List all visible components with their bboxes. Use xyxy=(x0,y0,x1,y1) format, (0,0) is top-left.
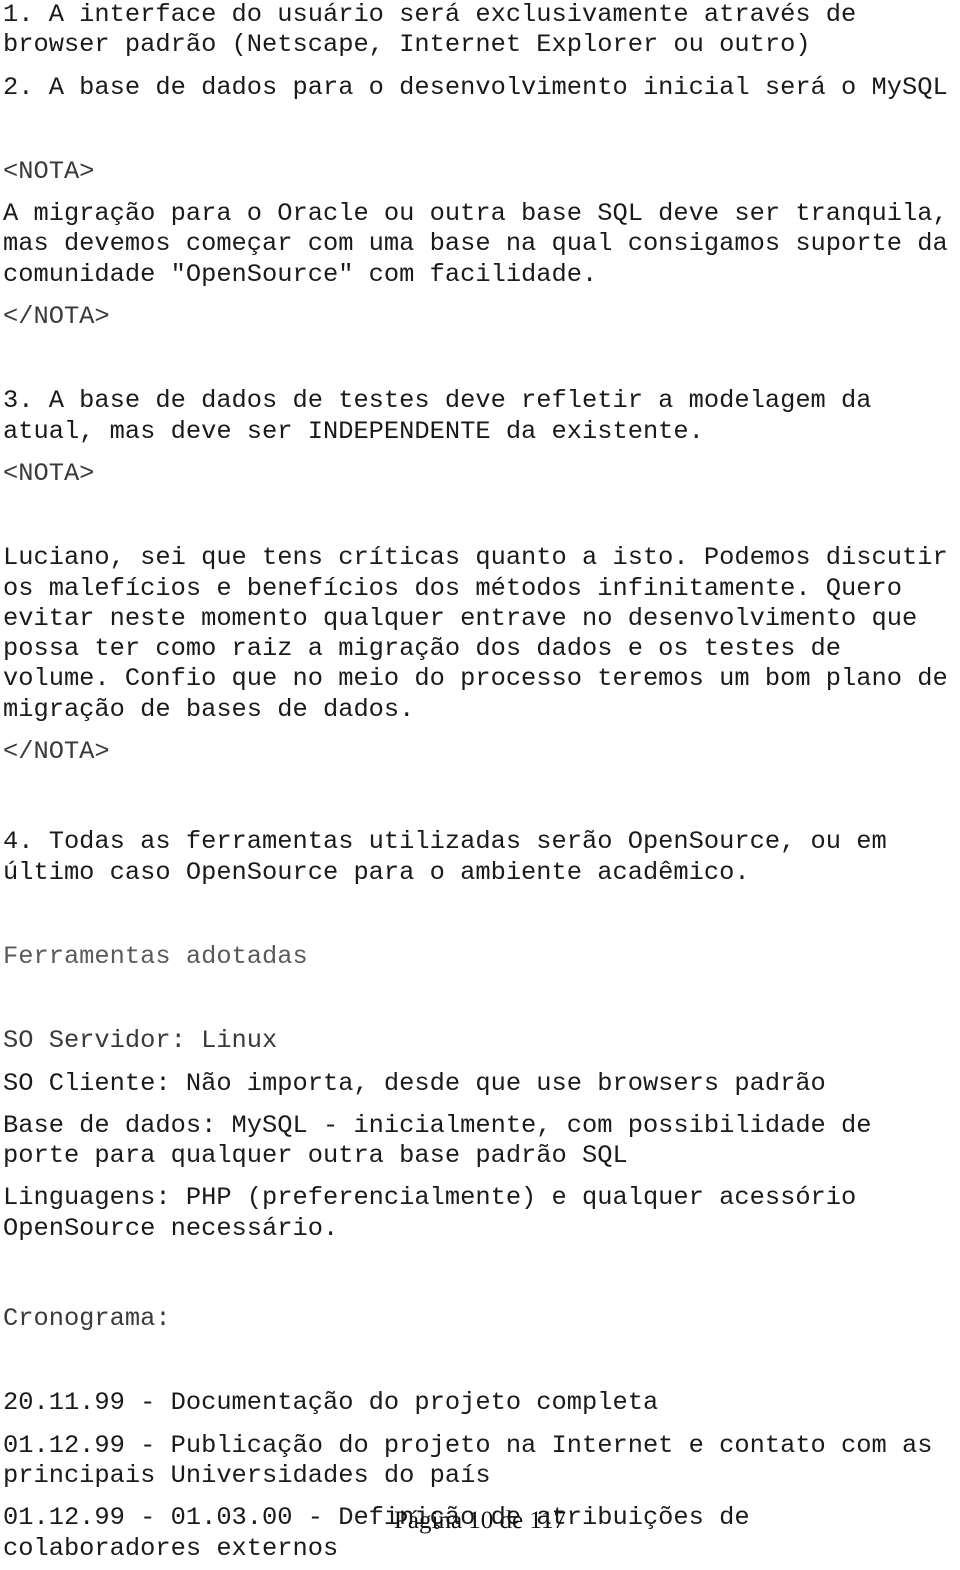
text-line: mas devemos começar com uma base na qual… xyxy=(3,229,948,259)
text-line: Linguagens: PHP (preferencialmente) e qu… xyxy=(3,1183,857,1213)
text-line: os malefícios e benefícios dos métodos i… xyxy=(3,573,902,603)
text-line: </NOTA> xyxy=(3,737,110,767)
page-footer: Página 10 de 117 xyxy=(394,1507,566,1534)
text-line: Cronograma: xyxy=(3,1304,171,1334)
text-line: <NOTA> xyxy=(3,458,95,488)
text-line: 3. A base de dados de testes deve reflet… xyxy=(3,386,872,416)
text-line: Base de dados: MySQL - inicialmente, com… xyxy=(3,1110,872,1140)
text-line: último caso OpenSource para o ambiente a… xyxy=(3,857,750,887)
document-body: 1. A interface do usuário será exclusiva… xyxy=(3,0,960,1570)
paragraph-item2: 2. A base de dados para o desenvolviment… xyxy=(3,73,960,103)
text-line: browser padrão (Netscape, Internet Explo… xyxy=(3,30,811,60)
text-line: </NOTA> xyxy=(3,302,110,332)
paragraph-nota1-body: A migração para o Oracle ou outra base S… xyxy=(3,199,960,290)
text-line: principais Universidades do país xyxy=(3,1460,491,1490)
text-line: volume. Confio que no meio do processo t… xyxy=(3,664,948,694)
paragraph-so-cliente: SO Cliente: Não importa, desde que use b… xyxy=(3,1069,960,1099)
text-line: evitar neste momento qualquer entrave no… xyxy=(3,603,918,633)
text-line: A migração para o Oracle ou outra base S… xyxy=(3,199,948,229)
paragraph-item3: 3. A base de dados de testes deve reflet… xyxy=(3,386,960,447)
paragraph-nota2-open: <NOTA> xyxy=(3,459,960,489)
paragraph-so-servidor: SO Servidor: Linux xyxy=(3,1026,960,1056)
text-line: SO Servidor: Linux xyxy=(3,1026,278,1056)
document-page: 1. A interface do usuário será exclusiva… xyxy=(0,0,960,1563)
text-line: OpenSource necessário. xyxy=(3,1213,339,1243)
paragraph-item1: 1. A interface do usuário será exclusiva… xyxy=(3,0,960,61)
paragraph-item4: 4. Todas as ferramentas utilizadas serão… xyxy=(3,827,960,888)
text-line: migração de bases de dados. xyxy=(3,694,415,724)
text-line: 20.11.99 - Documentação do projeto compl… xyxy=(3,1388,659,1418)
paragraph-crono-2: 01.12.99 - Publicação do projeto na Inte… xyxy=(3,1431,960,1492)
text-line: 01.12.99 - Publicação do projeto na Inte… xyxy=(3,1430,933,1460)
paragraph-nota1-close: </NOTA> xyxy=(3,302,960,332)
text-line: colaboradores externos xyxy=(3,1533,339,1563)
paragraph-nota2-body: Luciano, sei que tens críticas quanto a … xyxy=(3,543,960,725)
text-line: 1. A interface do usuário será exclusiva… xyxy=(3,0,857,29)
paragraph-nota1-open: <NOTA> xyxy=(3,157,960,187)
paragraph-nota2-close: </NOTA> xyxy=(3,737,960,767)
paragraph-crono-1: 20.11.99 - Documentação do projeto compl… xyxy=(3,1388,960,1418)
text-line: Ferramentas adotadas xyxy=(3,941,308,971)
paragraph-heading-cronograma: Cronograma: xyxy=(3,1304,960,1334)
text-line: 2. A base de dados para o desenvolviment… xyxy=(3,72,948,102)
text-line: atual, mas deve ser INDEPENDENTE da exis… xyxy=(3,416,704,446)
text-line: <NOTA> xyxy=(3,156,95,186)
paragraph-linguagens: Linguagens: PHP (preferencialmente) e qu… xyxy=(3,1183,960,1244)
paragraph-base-de-dados: Base de dados: MySQL - inicialmente, com… xyxy=(3,1111,960,1172)
paragraph-heading-ferramentas: Ferramentas adotadas xyxy=(3,942,960,972)
text-line: possa ter como raiz a migração dos dados… xyxy=(3,634,842,664)
text-line: Luciano, sei que tens críticas quanto a … xyxy=(3,543,948,573)
text-line: comunidade "OpenSource" com facilidade. xyxy=(3,259,598,289)
text-line: SO Cliente: Não importa, desde que use b… xyxy=(3,1068,826,1098)
text-line: 4. Todas as ferramentas utilizadas serão… xyxy=(3,827,887,857)
text-line: porte para qualquer outra base padrão SQ… xyxy=(3,1141,628,1171)
